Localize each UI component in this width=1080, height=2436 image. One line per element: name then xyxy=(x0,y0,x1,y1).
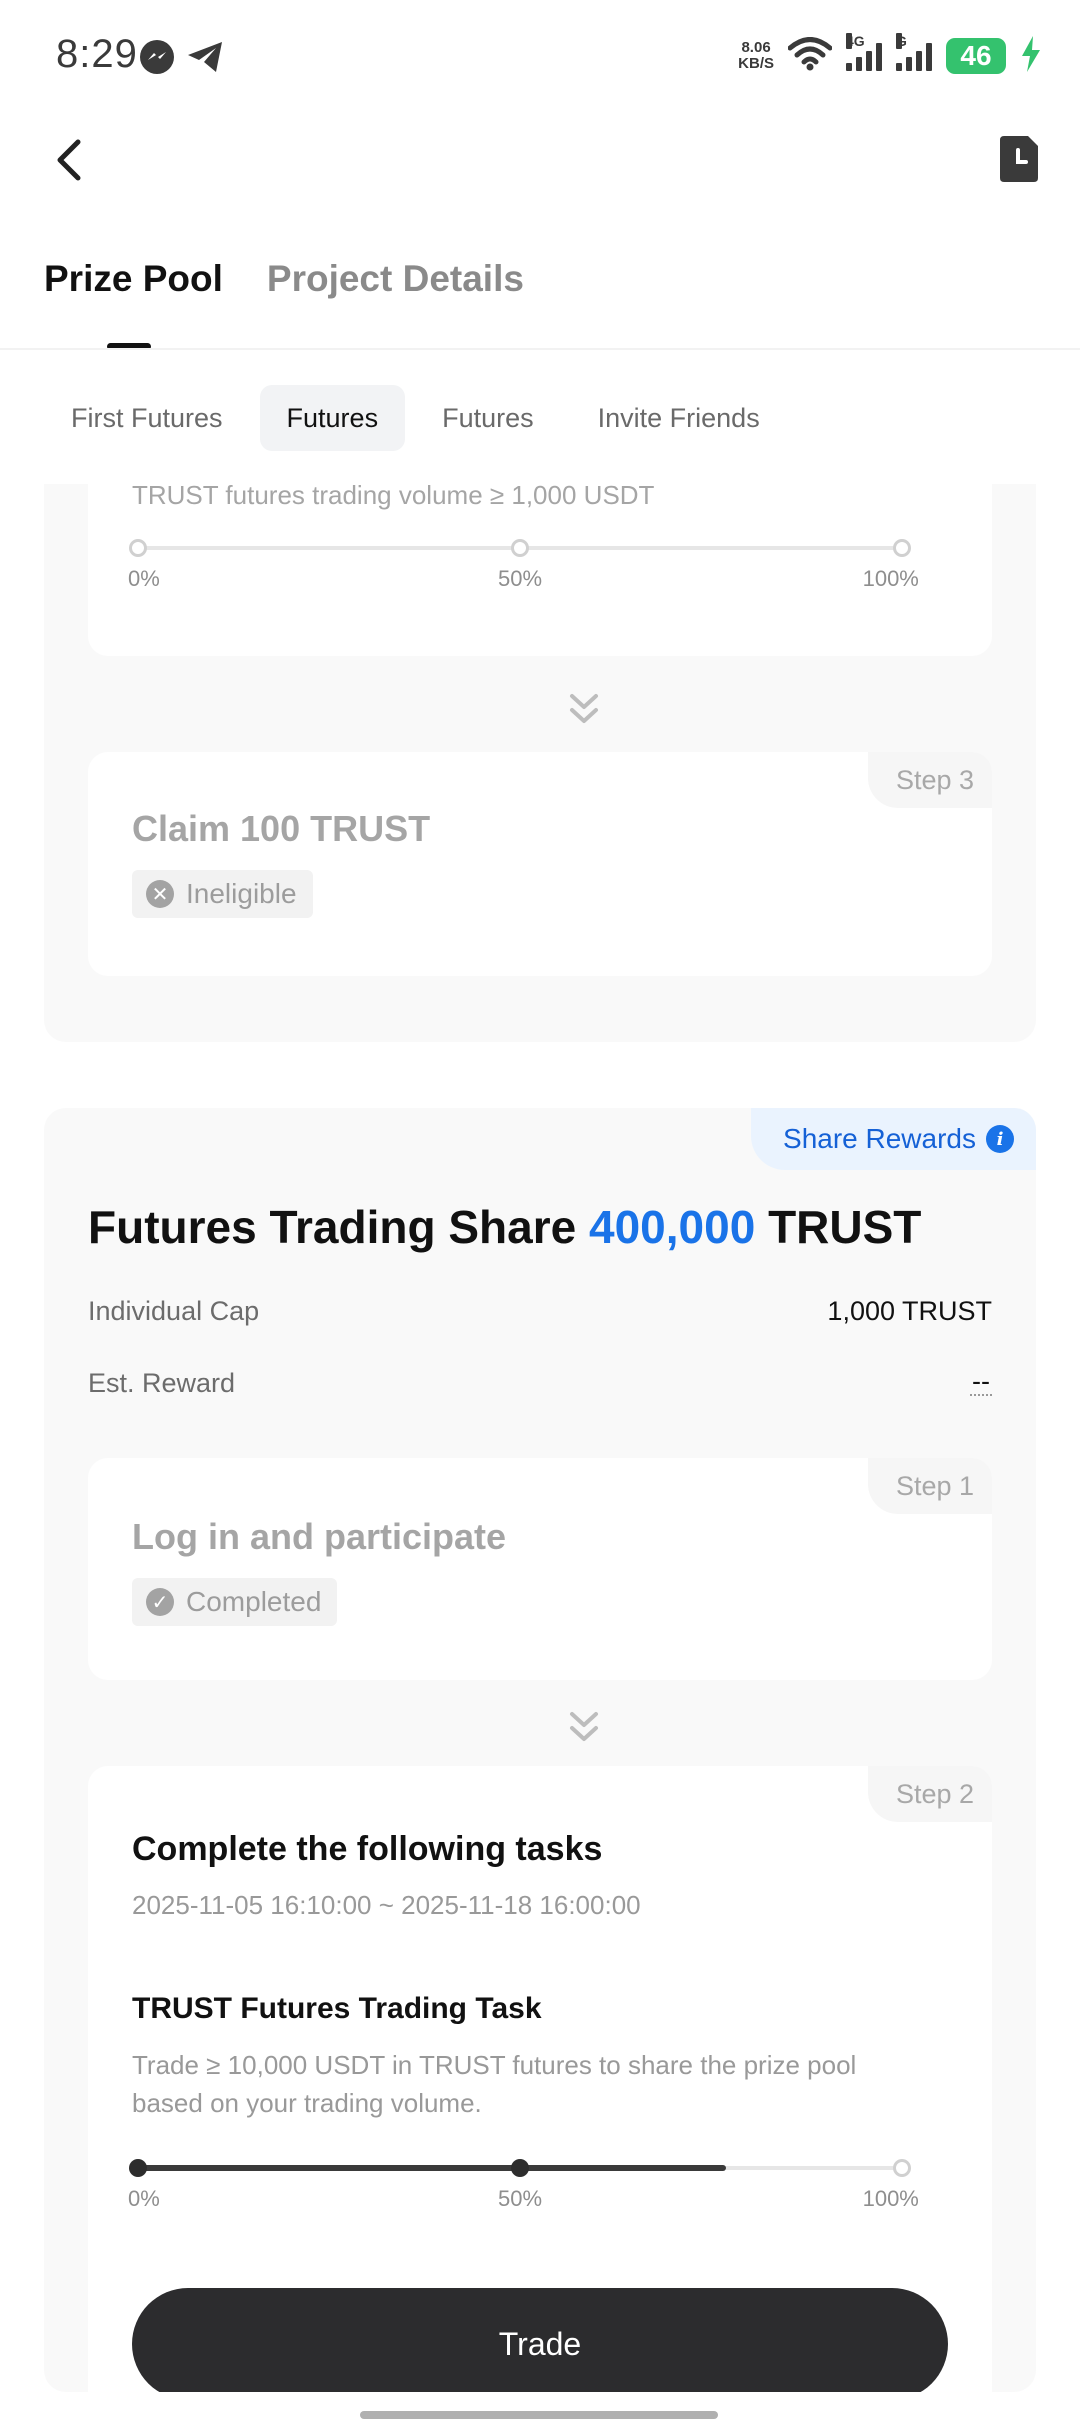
progress-fill xyxy=(138,2165,727,2171)
progress-label-0: 0% xyxy=(128,2186,160,2211)
share-rewards-button[interactable]: Share Rewards i xyxy=(751,1108,1036,1170)
telegram-icon xyxy=(186,40,224,79)
close-circle-icon: ✕ xyxy=(146,880,174,908)
status-badge-ineligible: ✕ Ineligible xyxy=(132,870,313,918)
step-card-login: Step 1 Log in and participate ✓ Complete… xyxy=(88,1458,992,1680)
step-3-tag: Step 3 xyxy=(867,752,992,808)
wifi-icon xyxy=(787,36,833,76)
subtab-first-futures[interactable]: First Futures xyxy=(44,385,250,451)
history-button[interactable] xyxy=(996,134,1042,184)
claim-title: Claim 100 TRUST xyxy=(132,808,431,849)
task-description: Trade ≥ 10,000 USDT in TRUST futures to … xyxy=(132,2050,857,2118)
step-card-claim: Step 3 Claim 100 TRUST ✕ Ineligible xyxy=(88,752,992,976)
progress-dot-mid xyxy=(511,2159,529,2177)
login-title: Log in and participate xyxy=(132,1516,507,1557)
individual-cap-value: 1,000 TRUST xyxy=(827,1296,992,1326)
progress-dot-start xyxy=(129,2159,147,2177)
progress-label-0: 0% xyxy=(128,566,160,591)
tab-prize-pool[interactable]: Prize Pool xyxy=(44,258,223,350)
home-indicator[interactable] xyxy=(360,2411,718,2419)
sub-tabs: First Futures Futures Futures Invite Fri… xyxy=(44,385,787,451)
check-circle-icon: ✓ xyxy=(146,1588,174,1616)
progress-label-50: 50% xyxy=(497,566,543,591)
progress-dot-end xyxy=(893,539,911,557)
net-speed: 8.06 KB/S xyxy=(738,39,774,72)
progress-label-100: 100% xyxy=(862,566,919,591)
progress-label-100: 100% xyxy=(862,2186,919,2211)
messenger-icon xyxy=(140,40,174,74)
task-card-share: Share Rewards i Futures Trading Share 40… xyxy=(44,1108,1036,2406)
chevron-left-icon xyxy=(57,139,81,181)
progress-label-50: 50% xyxy=(497,2186,543,2211)
progress-dot-start xyxy=(129,539,147,557)
main-tabs: Prize Pool Project Details xyxy=(44,258,524,350)
double-chevron-down-icon xyxy=(570,1712,598,1741)
double-chevron-down-icon xyxy=(570,694,598,723)
info-icon: i xyxy=(986,1125,1014,1153)
subtab-futures[interactable]: Futures xyxy=(259,385,406,451)
charging-bolt-icon xyxy=(1020,35,1042,77)
task-card-first: TRUST futures trading volume ≥ 1,000 USD… xyxy=(44,480,1036,1042)
volume-requirement: TRUST futures trading volume ≥ 1,000 USD… xyxy=(132,480,655,510)
task-subtitle: TRUST Futures Trading Task xyxy=(132,1992,542,2025)
status-bar: 8:29 8.06 KB/S 4G G 46 xyxy=(0,0,1080,120)
back-button[interactable] xyxy=(44,130,94,190)
pool-title: Futures Trading Share 400,000 TRUST xyxy=(88,1201,922,1253)
tabs-divider xyxy=(0,348,1080,350)
tasks-title: Complete the following tasks xyxy=(132,1830,603,1868)
step-1-tag: Step 1 xyxy=(867,1458,992,1514)
history-doc-icon xyxy=(1000,136,1038,182)
task-date-range: 2025-11-05 16:10:00 ~ 2025-11-18 16:00:0… xyxy=(132,1890,641,1920)
signal-icon-g: G xyxy=(896,33,932,71)
status-time: 8:29 xyxy=(56,32,138,76)
est-reward-label: Est. Reward xyxy=(88,1368,236,1398)
est-reward-value[interactable]: -- xyxy=(970,1368,992,1396)
progress-dot-end xyxy=(893,2159,911,2177)
signal-icon-4g: 4G xyxy=(846,33,882,71)
tab-project-details[interactable]: Project Details xyxy=(267,258,524,328)
battery-indicator: 46 xyxy=(946,38,1006,74)
progress-dot-mid xyxy=(511,539,529,557)
subtab-invite-friends[interactable]: Invite Friends xyxy=(571,385,787,451)
step-card-volume: TRUST futures trading volume ≥ 1,000 USD… xyxy=(88,480,992,656)
step-2-tag: Step 2 xyxy=(867,1766,992,1822)
trade-button[interactable]: Trade xyxy=(132,2288,948,2400)
subtab-futures-2[interactable]: Futures xyxy=(415,385,561,451)
individual-cap-label: Individual Cap xyxy=(88,1296,260,1326)
status-badge-completed: ✓ Completed xyxy=(132,1578,338,1626)
